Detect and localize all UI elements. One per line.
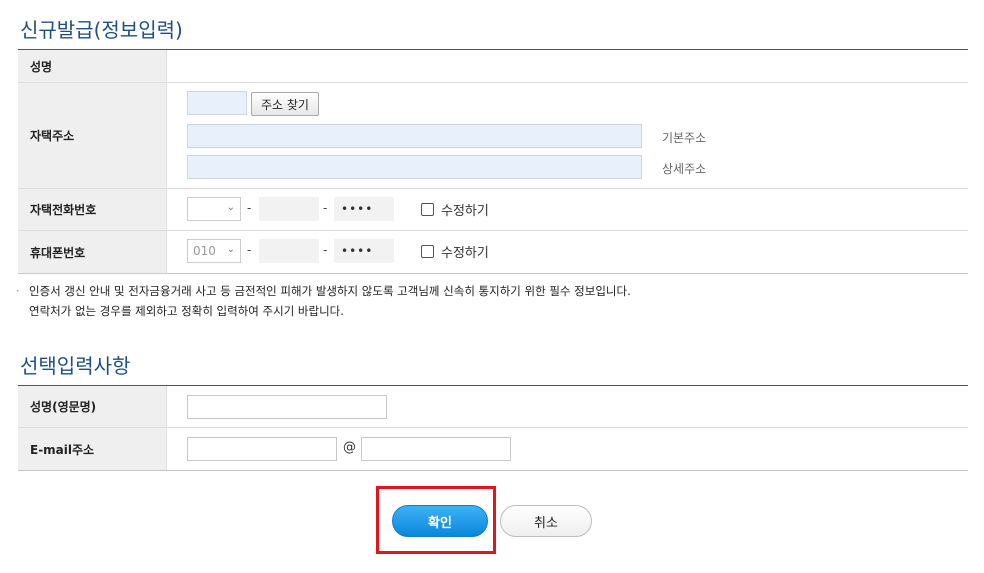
eng-name-label: 성명(영문명) xyxy=(18,386,167,427)
row-email: E-mail주소 @ xyxy=(18,428,968,471)
chevron-down-icon: ⌄ xyxy=(226,244,235,255)
checkbox-icon xyxy=(421,203,434,216)
home-phone-edit-label: 수정하기 xyxy=(441,204,489,219)
home-phone-edit-checkbox[interactable]: 수정하기 xyxy=(421,200,489,219)
home-phone-label: 자택전화번호 xyxy=(18,189,167,230)
chevron-down-icon: ⌄ xyxy=(226,202,235,213)
required-info-table: 성명 자택주소 주소 찾기 기본주소 상세주소 자택전화번호 ⌄ - - •••… xyxy=(18,49,968,274)
mobile-label: 휴대폰번호 xyxy=(18,231,167,273)
mobile-edit-checkbox[interactable]: 수정하기 xyxy=(421,242,489,261)
eng-name-input[interactable] xyxy=(187,395,387,419)
mobile-area-value: 010 xyxy=(193,244,216,258)
cancel-button[interactable]: 취소 xyxy=(500,505,592,537)
dash: - xyxy=(247,201,252,215)
find-address-button[interactable]: 주소 찾기 xyxy=(251,92,319,116)
notice-line-1: 인증서 갱신 안내 및 전자금융거래 사고 등 금전적인 피해가 발생하지 않도… xyxy=(29,284,631,298)
detail-address-input[interactable] xyxy=(187,155,642,179)
mobile-area-select[interactable]: 010 ⌄ xyxy=(187,239,241,263)
name-label: 성명 xyxy=(18,50,167,82)
email-domain-input[interactable] xyxy=(361,437,511,461)
dash: - xyxy=(323,201,328,215)
detail-address-hint: 상세주소 xyxy=(662,162,707,176)
basic-address-hint: 기본주소 xyxy=(662,131,707,145)
home-phone-middle-input[interactable] xyxy=(259,197,319,221)
notice-line-2: 연락처가 없는 경우를 제외하고 정확히 입력하여 주시기 바랍니다. xyxy=(29,304,344,318)
section-title-new-issue: 신규발급(정보입력) xyxy=(20,18,183,42)
mobile-edit-label: 수정하기 xyxy=(441,246,489,261)
email-user-input[interactable] xyxy=(187,437,337,461)
address-label: 자택주소 xyxy=(18,83,167,188)
optional-info-table: 성명(영문명) E-mail주소 @ xyxy=(18,385,968,471)
notice-text: · 인증서 갱신 안내 및 전자금융거래 사고 등 금전적인 피해가 발생하지 … xyxy=(16,281,631,321)
row-home-phone: 자택전화번호 ⌄ - - •••• 수정하기 xyxy=(18,189,968,231)
email-at-sign: @ xyxy=(343,440,356,455)
home-phone-last-input[interactable]: •••• xyxy=(334,197,394,221)
row-eng-name: 성명(영문명) xyxy=(18,386,968,428)
row-name: 성명 xyxy=(18,50,968,83)
notice-bullet: · xyxy=(16,284,20,298)
name-value xyxy=(167,50,968,82)
mobile-last-input[interactable]: •••• xyxy=(334,239,394,263)
email-label: E-mail주소 xyxy=(18,428,167,470)
basic-address-input[interactable] xyxy=(187,124,642,148)
dash: - xyxy=(247,243,252,257)
checkbox-icon xyxy=(421,245,434,258)
dash: - xyxy=(323,243,328,257)
confirm-highlight-box xyxy=(376,486,496,554)
home-phone-area-select[interactable]: ⌄ xyxy=(187,197,241,221)
mobile-middle-input[interactable] xyxy=(259,239,319,263)
row-address: 자택주소 주소 찾기 기본주소 상세주소 xyxy=(18,83,968,189)
row-mobile: 휴대폰번호 010 ⌄ - - •••• 수정하기 xyxy=(18,231,968,274)
zipcode-input[interactable] xyxy=(187,91,247,115)
section-title-optional: 선택입력사항 xyxy=(20,354,131,378)
